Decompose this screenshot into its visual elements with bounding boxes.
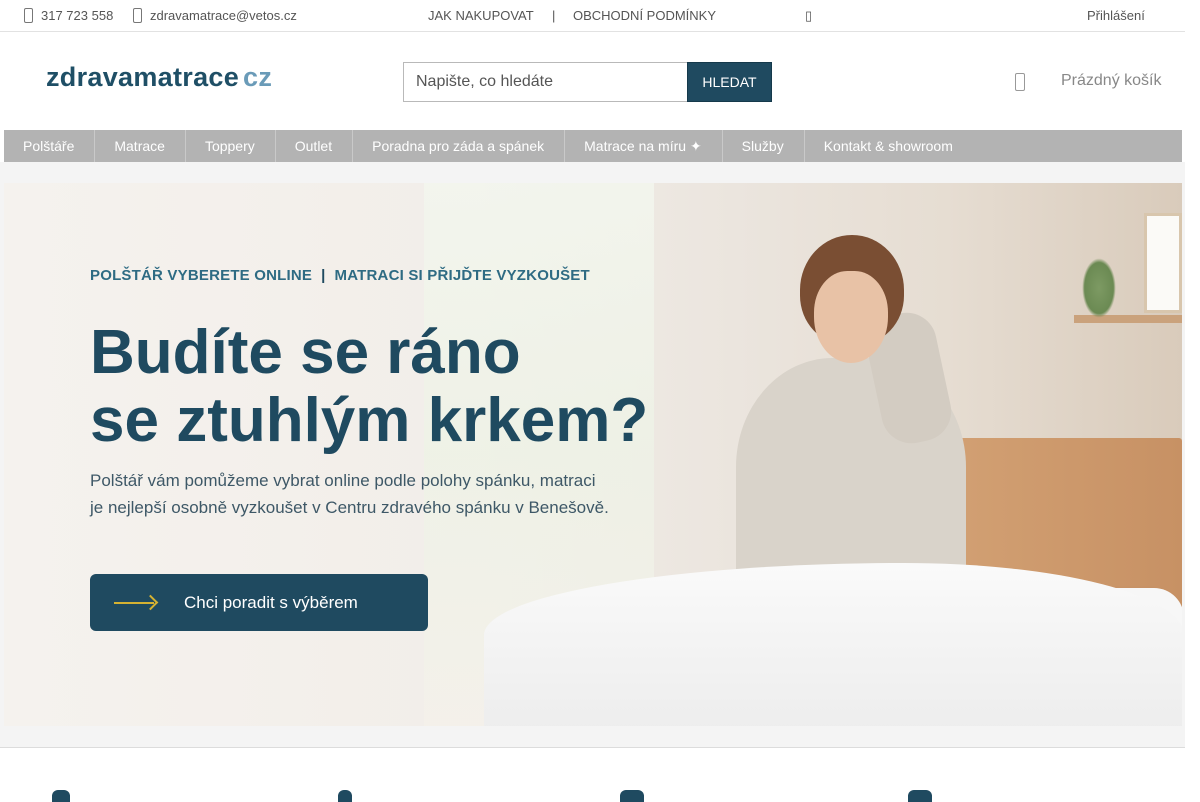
nav-item-matrace-na-miru[interactable]: Matrace na míru ✦ [565, 130, 723, 162]
phone-icon [24, 8, 33, 23]
feature-icon-4 [908, 790, 932, 802]
hero-cta-button[interactable]: Chci poradit s výběrem [90, 574, 428, 631]
email-icon [133, 8, 142, 23]
hero-tagline: POLŠTÁŘ VYBERETE ONLINE | MATRACI SI PŘIJĎ… [90, 267, 590, 284]
tagline-left: POLŠTÁŘ VYBERETE ONLINE [90, 267, 313, 284]
hero-duvet [484, 563, 1182, 726]
hero-title: Budíte se ráno se ztuhlým krkem? [90, 319, 648, 455]
hero-subtitle-line1: Polštář vám pomůžeme vybrat online podle… [90, 471, 596, 490]
hero-title-line2: se ztuhlým krkem? [90, 386, 649, 455]
nav-item-sluzby[interactable]: Služby [723, 130, 805, 162]
feature-icon-1 [52, 790, 70, 802]
nav-item-poradna[interactable]: Poradna pro záda a spánek [353, 130, 566, 162]
feature-icon-3 [620, 790, 644, 802]
tagline-separator: | [321, 267, 326, 284]
hero-title-line1: Budíte se ráno [90, 318, 521, 387]
jak-nakupovat-link[interactable]: JAK NAKUPOVAT [428, 0, 534, 31]
topbar-separator: | [552, 8, 556, 23]
tagline-right: MATRACI SI PŘIJĎTE VYZKOUŠET [334, 267, 590, 284]
cart-icon[interactable] [1015, 73, 1025, 91]
nav-item-polstare[interactable]: Polštáře [4, 130, 96, 162]
nav-item-kontakt[interactable]: Kontakt & showroom [805, 130, 973, 162]
cart-status[interactable]: Prázdný košík [1061, 72, 1161, 90]
logo-main-text: zdravamatrace [46, 62, 240, 92]
search-button[interactable]: HLEDAT [687, 62, 772, 102]
search-input[interactable] [403, 62, 688, 102]
nav-item-outlet[interactable]: Outlet [276, 130, 354, 162]
hero-subtitle-line2: je nejlepší osobně vyzkoušet v Centru zd… [90, 498, 609, 517]
feature-icon-2 [338, 790, 352, 802]
hero-banner[interactable]: POLŠTÁŘ VYBERETE ONLINE | MATRACI SI PŘIJĎ… [4, 183, 1182, 726]
nav-item-matrace[interactable]: Matrace [95, 130, 186, 162]
hero-picture-frame [1144, 213, 1182, 313]
section-divider [0, 747, 1185, 748]
hero-cta-label: Chci poradit s výběrem [184, 592, 358, 612]
email-address: zdravamatrace@vetos.cz [150, 8, 297, 23]
hero-person-face [814, 271, 888, 363]
dropdown-icon[interactable]: ▯ [805, 0, 812, 31]
hero-subtitle: Polštář vám pomůžeme vybrat online podle… [90, 467, 710, 521]
logo-suffix-text: cz [243, 62, 273, 92]
arrow-right-icon [114, 593, 160, 613]
email-link[interactable]: zdravamatrace@vetos.cz [133, 0, 297, 31]
phone-number: 317 723 558 [41, 8, 114, 23]
top-bar: 317 723 558 zdravamatrace@vetos.cz JAK N… [0, 0, 1185, 32]
main-navigation: Polštáře Matrace Toppery Outlet Poradna … [4, 130, 1182, 162]
nav-item-toppery[interactable]: Toppery [186, 130, 276, 162]
obchodni-podminky-link[interactable]: OBCHODNÍ PODMÍNKY [573, 0, 716, 31]
login-link[interactable]: Přihlášení [1087, 0, 1145, 31]
phone-link[interactable]: 317 723 558 [24, 0, 113, 31]
site-logo[interactable]: zdravamatrace cz [46, 62, 272, 93]
hero-plant [1082, 258, 1116, 318]
